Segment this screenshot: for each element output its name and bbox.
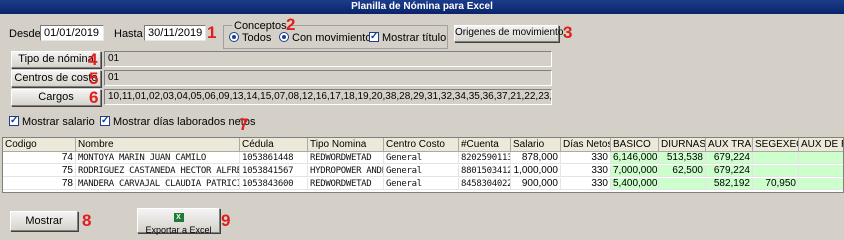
col-dias-netos[interactable]: Días Netos	[561, 138, 611, 152]
radio-icon	[279, 32, 289, 42]
col-diurnas[interactable]: DIURNAS	[659, 138, 706, 152]
exportar-label: Exportar a Excel	[145, 225, 212, 235]
marker-7: 7	[239, 115, 249, 134]
col-segexequi[interactable]: SEGEXEQUI	[753, 138, 799, 152]
desde-label: Desde	[9, 28, 41, 40]
cell-cedula[interactable]: 1053861448	[240, 152, 308, 164]
marker-8: 8	[82, 211, 92, 230]
marker-5: 5	[89, 69, 99, 88]
cell-basico[interactable]: 6,146,000	[611, 152, 659, 164]
centros-costo-button[interactable]: Centros de costo	[11, 70, 101, 87]
col-nombre[interactable]: Nombre	[76, 138, 240, 152]
cell-segexequi[interactable]	[753, 165, 799, 177]
origenes-button[interactable]: Origenes de movimiento:	[454, 25, 566, 42]
marker-3: 3	[563, 23, 573, 42]
todos-radio[interactable]: Todos	[229, 31, 271, 45]
marker-6: 6	[89, 88, 99, 107]
checkbox-icon	[100, 114, 110, 128]
cargos-button[interactable]: Cargos	[11, 89, 101, 106]
hasta-input[interactable]: 30/11/2019	[144, 25, 206, 41]
cell-segexequi[interactable]: 70,950	[753, 178, 799, 190]
checkbox-icon	[369, 30, 379, 44]
cell-tipo-nomina[interactable]: REDWORDWETAD	[308, 152, 384, 164]
cell-nombre[interactable]: MONTOYA MARIN JUAN CAMILO	[76, 152, 240, 164]
mostrar-salario-checkbox[interactable]: Mostrar salario	[9, 114, 95, 129]
con-movimiento-radio[interactable]: Con movimiento	[279, 31, 371, 45]
cell-diurnas[interactable]	[659, 178, 706, 190]
cell-aux-trans[interactable]: 679,224	[706, 152, 753, 164]
checkbox-icon	[9, 114, 19, 128]
mostrar-titulo-checkbox[interactable]: Mostrar título	[369, 30, 447, 45]
col-aux-de-ro[interactable]: AUX DE RO	[799, 138, 843, 152]
cell-aux-de-ro[interactable]	[799, 152, 843, 164]
col-tipo-nomina[interactable]: Tipo Nomina	[308, 138, 384, 152]
marker-4: 4	[88, 50, 98, 69]
window-title: Planilla de Nómina para Excel	[0, 0, 844, 14]
marker-1: 1	[207, 23, 217, 42]
col-cuenta[interactable]: #Cuenta	[459, 138, 511, 152]
tipo-nomina-value: 01	[104, 51, 552, 67]
cell-cuenta[interactable]: 8801503412	[459, 165, 511, 177]
cell-diurnas[interactable]: 513,538	[659, 152, 706, 164]
cell-basico[interactable]: 7,000,000	[611, 165, 659, 177]
desde-input[interactable]: 01/01/2019	[40, 25, 104, 41]
centros-costo-value: 01	[104, 70, 552, 86]
mostrar-salario-label: Mostrar salario	[22, 116, 95, 128]
cell-basico[interactable]: 5,400,000	[611, 178, 659, 190]
cell-nombre[interactable]: RODRIGUEZ CASTANEDA HECTOR ALFREDO	[76, 165, 240, 177]
exportar-excel-button[interactable]: X Exportar a Excel	[137, 208, 220, 235]
cell-centro-costo[interactable]: General	[384, 165, 459, 177]
hasta-label: Hasta	[114, 28, 143, 40]
cell-centro-costo[interactable]: General	[384, 152, 459, 164]
cell-codigo[interactable]: 78	[3, 178, 76, 190]
cell-centro-costo[interactable]: General	[384, 178, 459, 190]
cell-dias-netos[interactable]: 330	[561, 152, 611, 164]
mostrar-titulo-label: Mostrar título	[382, 32, 447, 44]
col-salario[interactable]: Salario	[511, 138, 561, 152]
marker-9: 9	[221, 211, 231, 230]
excel-icon: X	[173, 213, 184, 222]
cell-tipo-nomina[interactable]: HYDROPOWER ANDES	[308, 165, 384, 177]
cell-segexequi[interactable]	[753, 152, 799, 164]
cell-codigo[interactable]: 75	[3, 165, 76, 177]
results-table[interactable]: Codigo Nombre Cédula Tipo Nomina Centro …	[2, 137, 844, 193]
col-centro-costo[interactable]: Centro Costo	[384, 138, 459, 152]
cell-salario[interactable]: 1,000,000	[511, 165, 561, 177]
cell-cuenta[interactable]: 8458304022	[459, 178, 511, 190]
cell-codigo[interactable]: 74	[3, 152, 76, 164]
col-aux-trans[interactable]: AUX TRANS	[706, 138, 753, 152]
cell-diurnas[interactable]: 62,500	[659, 165, 706, 177]
col-basico[interactable]: BASICO	[611, 138, 659, 152]
cell-aux-trans[interactable]: 582,192	[706, 178, 753, 190]
cell-tipo-nomina[interactable]: REDWORDWETAD	[308, 178, 384, 190]
cell-salario[interactable]: 900,000	[511, 178, 561, 190]
cell-salario[interactable]: 878,000	[511, 152, 561, 164]
mostrar-button[interactable]: Mostrar	[10, 211, 78, 231]
cell-dias-netos[interactable]: 330	[561, 165, 611, 177]
cell-aux-de-ro[interactable]	[799, 165, 843, 177]
col-cedula[interactable]: Cédula	[240, 138, 308, 152]
con-movimiento-label: Con movimiento	[292, 32, 372, 44]
mostrar-dias-label: Mostrar días laborados netos	[113, 116, 256, 128]
mostrar-dias-checkbox[interactable]: Mostrar días laborados netos	[100, 114, 256, 129]
cell-aux-de-ro[interactable]	[799, 178, 843, 190]
cell-cedula[interactable]: 1053841567	[240, 165, 308, 177]
col-codigo[interactable]: Codigo	[3, 138, 76, 152]
radio-icon	[229, 32, 239, 42]
cargos-value: 10,11,01,02,03,04,05,06,09,13,14,15,07,0…	[104, 89, 552, 105]
cell-dias-netos[interactable]: 330	[561, 178, 611, 190]
cell-cuenta[interactable]: 8202590113	[459, 152, 511, 164]
cell-aux-trans[interactable]: 679,224	[706, 165, 753, 177]
cell-cedula[interactable]: 1053843600	[240, 178, 308, 190]
todos-label: Todos	[242, 32, 272, 44]
cell-nombre[interactable]: MANDERA CARVAJAL CLAUDIA PATRICIA	[76, 178, 240, 190]
